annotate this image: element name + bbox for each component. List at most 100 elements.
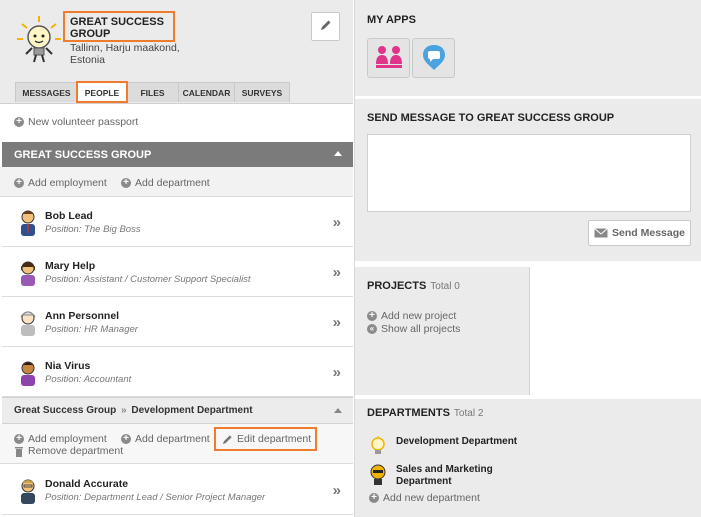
plus-circle-icon: + (121, 178, 131, 188)
double-chevron-circle-icon: « (367, 324, 377, 334)
tab-label: CALENDAR (182, 87, 231, 98)
envelope-icon (594, 228, 608, 238)
tab-files[interactable]: FILES (126, 82, 179, 102)
smiley-face-icon (369, 464, 389, 486)
edit-org-button[interactable] (311, 12, 340, 41)
department-name[interactable]: Sales and Marketing Department (396, 464, 506, 488)
tab-calendar[interactable]: CALENDAR (178, 82, 235, 102)
new-volunteer-passport-link[interactable]: + New volunteer passport (14, 116, 138, 128)
edit-department-link[interactable]: Edit department (222, 433, 311, 445)
breadcrumb-separator: » (121, 405, 127, 416)
org-header: GREAT SUCCESS GROUP Tallinn, Harju maako… (0, 0, 353, 103)
avatar-icon (18, 309, 38, 337)
tab-messages[interactable]: MESSAGES (15, 82, 78, 102)
my-apps-panel: MY APPS (355, 0, 701, 96)
department-item[interactable]: Sales and Marketing Department (369, 464, 506, 488)
chevron-double-right-icon[interactable]: » (333, 364, 341, 381)
link-label: Add department (135, 177, 210, 189)
member-name[interactable]: Bob Lead (45, 210, 93, 222)
add-new-project-link[interactable]: + Add new project (367, 310, 456, 322)
plus-circle-icon: + (369, 493, 379, 503)
department-section-header[interactable]: Great Success Group » Development Depart… (2, 397, 353, 424)
send-message-button[interactable]: Send Message (588, 220, 691, 246)
departments-total: Total 2 (453, 408, 484, 419)
projects-panel: PROJECTS Total 0 + Add new project « Show… (355, 267, 530, 395)
group-actions: + Add employment + Add department (0, 167, 353, 197)
link-label: Add new department (383, 492, 480, 504)
button-label: Send Message (612, 227, 685, 239)
chevron-double-right-icon[interactable]: » (333, 214, 341, 231)
chevron-double-right-icon[interactable]: » (333, 264, 341, 281)
send-message-panel: SEND MESSAGE TO GREAT SUCCESS GROUP Send… (355, 99, 701, 261)
panel-title: MY APPS (367, 14, 416, 26)
message-textarea[interactable] (367, 134, 691, 212)
plus-circle-icon: + (14, 117, 24, 127)
people-group-icon (374, 44, 404, 73)
panel-title: PROJECTS (367, 280, 427, 292)
link-label: Add employment (28, 177, 107, 189)
department-name[interactable]: Development Department (396, 436, 517, 448)
chevron-double-right-icon[interactable]: » (333, 314, 341, 331)
projects-title-row: PROJECTS Total 0 (367, 280, 460, 292)
member-row[interactable]: Mary Help Position: Assistant / Customer… (2, 248, 353, 297)
department-actions: + Add employment + Add department Edit d… (0, 424, 353, 464)
member-row[interactable]: Ann Personnel Position: HR Manager » (2, 298, 353, 347)
member-position: Position: Accountant (45, 374, 132, 385)
plus-circle-icon: + (367, 311, 377, 321)
pencil-icon (320, 19, 332, 34)
departments-panel: DEPARTMENTS Total 2 Development Departmen… (355, 399, 701, 517)
avatar-icon (18, 209, 38, 237)
add-new-department-link[interactable]: + Add new department (369, 492, 480, 504)
member-name[interactable]: Donald Accurate (45, 478, 128, 490)
chevron-double-right-icon[interactable]: » (333, 482, 341, 499)
department-item[interactable]: Development Department (369, 436, 517, 456)
plus-circle-icon: + (14, 178, 24, 188)
dept-add-department-link[interactable]: + Add department (121, 433, 210, 445)
link-label: Edit department (237, 433, 312, 445)
chat-bubble-icon (421, 43, 447, 74)
breadcrumb-current: Development Department (131, 405, 253, 416)
departments-title-row: DEPARTMENTS Total 2 (367, 407, 483, 419)
org-name: GREAT SUCCESS GROUP (70, 16, 164, 40)
tab-surveys[interactable]: SURVEYS (234, 82, 290, 102)
add-department-link[interactable]: + Add department (121, 177, 210, 189)
breadcrumb: Great Success Group » Development Depart… (14, 405, 253, 416)
org-location: Tallinn, Harju maakond, Estonia (70, 42, 180, 66)
left-column: GREAT SUCCESS GROUP Tallinn, Harju maako… (0, 0, 355, 517)
remove-department-link[interactable]: Remove department (14, 445, 123, 457)
lightbulb-icon (369, 436, 389, 456)
tab-label: SURVEYS (241, 87, 283, 98)
lightbulb-logo-icon (14, 14, 64, 64)
member-name[interactable]: Nia Virus (45, 360, 90, 372)
collapse-caret-icon[interactable] (334, 151, 342, 156)
avatar-icon (18, 259, 38, 287)
tab-people[interactable]: PEOPLE (76, 81, 128, 103)
plus-circle-icon: + (14, 434, 24, 444)
link-label: Add employment (28, 433, 107, 445)
trash-icon (14, 446, 24, 457)
member-name[interactable]: Ann Personnel (45, 310, 119, 322)
passport-row: + New volunteer passport (0, 103, 353, 141)
tab-label: FILES (140, 87, 165, 98)
tab-label: PEOPLE (84, 87, 120, 98)
member-position: Position: The Big Boss (45, 224, 141, 235)
app-button[interactable] (367, 38, 410, 78)
member-row[interactable]: Nia Virus Position: Accountant » (2, 348, 353, 397)
link-label: New volunteer passport (28, 116, 139, 128)
dept-add-employment-link[interactable]: + Add employment (14, 433, 107, 445)
show-all-projects-link[interactable]: « Show all projects (367, 323, 460, 335)
breadcrumb-parent[interactable]: Great Success Group (14, 405, 116, 416)
group-section-header[interactable]: GREAT SUCCESS GROUP (2, 142, 353, 167)
app-button[interactable] (412, 38, 455, 78)
add-employment-link[interactable]: + Add employment (14, 177, 107, 189)
link-label: Add department (135, 433, 210, 445)
pencil-icon (222, 434, 233, 445)
collapse-caret-icon[interactable] (334, 408, 342, 413)
panel-title: SEND MESSAGE TO GREAT SUCCESS GROUP (367, 112, 615, 124)
group-title: GREAT SUCCESS GROUP (14, 148, 152, 161)
projects-side-blank (530, 267, 701, 395)
member-row[interactable]: Bob Lead Position: The Big Boss » (2, 198, 353, 247)
member-row[interactable]: Donald Accurate Position: Department Lea… (2, 466, 353, 515)
member-name[interactable]: Mary Help (45, 260, 95, 272)
projects-total: Total 0 (430, 281, 460, 292)
